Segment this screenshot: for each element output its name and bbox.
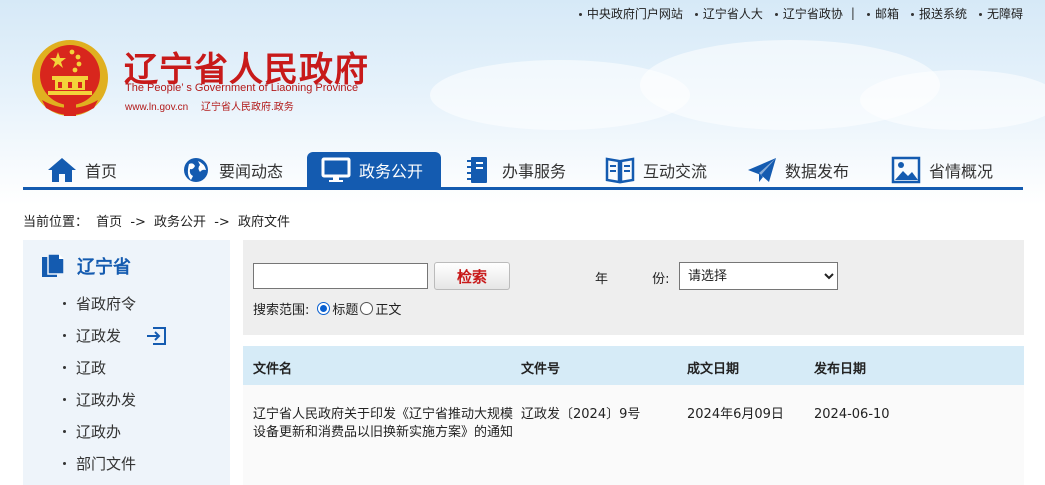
document-title-link[interactable]: 辽宁省人民政府关于印发《辽宁省推动大规模设备更新和消费品以旧换新实施方案》的通知 [253,406,521,442]
nav-item-label: 互动交流 [643,161,708,181]
document-number: 辽政发〔2024〕9号 [521,407,641,422]
column-header-file-name: 文件名 [253,362,293,377]
top-link-accessibility[interactable]: 无障碍 [978,5,1023,22]
nav-item-label: 首页 [85,161,118,181]
site-english-title: The People’ s Government of Liaoning Pro… [125,82,359,94]
year-select[interactable]: 请选择 [679,262,838,290]
breadcrumb-government-documents[interactable]: 政府文件 [238,215,290,230]
top-link-mail[interactable]: 邮箱 [866,5,899,22]
site-url: www.ln.gov.cn 辽宁省人民政府.政务 [125,98,294,113]
document-publish-date: 2024-06-10 [814,407,890,422]
breadcrumb-arrow: -> [130,215,146,230]
globe-icon [184,157,208,182]
sidebar-item-label: 辽政 [76,359,107,377]
sidebar-item-liaozhengbanfa[interactable]: 辽政办发 [63,389,136,410]
year-label-part: 份: [652,272,670,287]
nav-item-label: 要闻动态 [219,161,284,181]
monitor-icon [321,157,351,182]
breadcrumb-home[interactable]: 首页 [96,215,122,230]
column-header-file-number: 文件号 [521,362,561,377]
nav-item-data-release[interactable]: 数据发布 [747,152,849,187]
top-link-report-system[interactable]: 报送系统 [910,5,967,22]
radio-body[interactable] [360,302,374,315]
paper-plane-icon [748,157,776,182]
column-header-written-date: 成文日期 [687,362,740,377]
site-url-domain: www.ln.gov.cn [125,102,189,113]
nav-item-label: 数据发布 [785,161,850,181]
breadcrumb: 当前位置： 首页 -> 政务公开 -> 政府文件 [23,211,294,230]
sidebar-item-liaozhengfa[interactable]: 辽政发 [63,325,167,346]
radio-body-label: 正文 [375,303,402,318]
site-url-chinese: 辽宁省人民政府.政务 [200,102,294,113]
nav-item-label: 省情概况 [929,161,994,181]
picture-icon [891,156,921,183]
search-input[interactable] [253,263,428,289]
enter-arrow-icon [147,326,167,345]
book-icon [605,157,635,183]
table-header: 文件名 文件号 成文日期 发布日期 [243,346,1024,385]
column-header-publish-date: 发布日期 [814,362,867,377]
top-link-npc[interactable]: 辽宁省人大 [694,5,763,22]
sidebar-item-label: 辽政办 [76,423,122,441]
radio-title-label: 标题 [332,303,359,318]
breadcrumb-government-affairs[interactable]: 政务公开 [154,215,206,230]
search-button[interactable]: 检索 [434,262,510,290]
top-link-central-gov[interactable]: 中央政府门户网站 [578,5,683,22]
sidebar-item-provincial-decree[interactable]: 省政府令 [63,293,136,314]
nav-item-home[interactable]: 首页 [47,152,117,187]
top-link-cppcc[interactable]: 辽宁省政协 [774,5,843,22]
sidebar-item-label: 省政府令 [76,295,137,313]
breadcrumb-arrow: -> [214,215,230,230]
nav-item-label: 政务公开 [359,161,424,181]
nav-item-label: 办事服务 [502,161,567,181]
document-written-date: 2024年6月09日 [687,407,784,422]
document-icon [42,253,65,277]
year-label: 年 份: [595,268,670,287]
sidebar: 辽宁省 省政府令 辽政发 辽政 辽政办发 辽政办 部门文件 [23,240,230,485]
search-range-label: 搜索范围: [253,303,310,318]
sidebar-item-label: 辽政办发 [76,391,137,409]
nav-item-interaction[interactable]: 互动交流 [605,152,707,187]
table-row: 辽宁省人民政府关于印发《辽宁省推动大规模设备更新和消费品以旧换新实施方案》的通知… [243,385,1024,485]
nav-item-news[interactable]: 要闻动态 [181,152,283,187]
sidebar-item-liaozhengban[interactable]: 辽政办 [63,421,121,442]
sidebar-header: 辽宁省 [39,252,131,280]
search-panel: 检索 年 份: 请选择 搜索范围: 标题 正文 [243,240,1024,335]
home-icon [48,157,76,182]
sidebar-item-liaozheng[interactable]: 辽政 [63,357,106,378]
nav-item-government-affairs[interactable]: 政务公开 [307,152,442,187]
nav-item-services[interactable]: 办事服务 [464,152,566,187]
sidebar-item-label: 辽政发 [76,327,122,345]
nav-item-province-overview[interactable]: 省情概况 [891,152,993,187]
radio-title[interactable] [317,302,331,315]
sidebar-item-department-documents[interactable]: 部门文件 [63,453,136,474]
top-link-separator: | [850,6,855,20]
breadcrumb-prefix: 当前位置： [23,215,89,230]
sidebar-title: 辽宁省 [77,257,131,278]
national-emblem-icon [32,40,108,116]
top-links-bar: 中央政府门户网站 辽宁省人大 辽宁省政协 | 邮箱 报送系统 无障碍 [567,4,1023,22]
main-nav: 首页 要闻动态 政务公开 办事服务 互动交流 数据发布 省情概况 [23,152,1023,190]
notebook-icon [467,156,487,183]
search-range: 搜索范围: 标题 正文 [253,299,401,318]
sidebar-item-label: 部门文件 [76,455,137,473]
year-label-part: 年 [595,272,609,287]
